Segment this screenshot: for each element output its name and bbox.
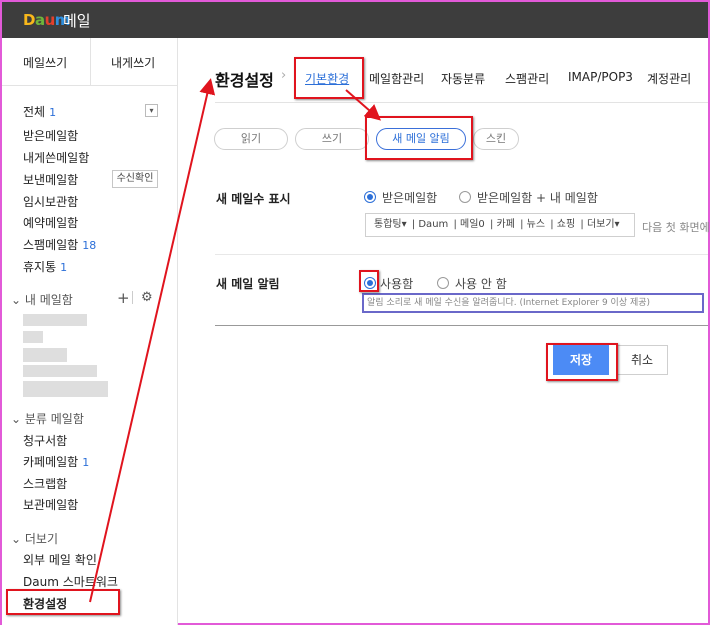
divider (90, 38, 91, 86)
chevron-down-icon[interactable]: ▾ (145, 104, 158, 117)
write-to-me-button[interactable]: 내게쓰기 (111, 54, 155, 71)
sidebar-item-trash[interactable]: 휴지통 1 (23, 258, 67, 275)
tab-spam[interactable]: 스팸관리 (505, 70, 549, 87)
new-mail-alert-label: 새 메일 알림 (216, 277, 280, 291)
radio-alert-off[interactable] (437, 277, 449, 289)
sidebar-item-outbox[interactable]: 보낸메일함 (23, 171, 78, 188)
page-title: 환경설정 (215, 71, 274, 90)
read-confirm-button[interactable]: 수신확인 (112, 170, 158, 188)
divider (215, 254, 708, 255)
my-mailbox-header[interactable]: ⌄ 내 메일함 (11, 291, 73, 308)
sidebar-item-all[interactable]: 전체 1 (23, 103, 56, 120)
subtab-read[interactable]: 읽기 (214, 128, 288, 150)
new-count-label: 새 메일수 표시 (216, 192, 291, 206)
sidebar-item-cafe[interactable]: 카페메일함 1 (23, 453, 89, 470)
sidebar-item-spam[interactable]: 스팸메일함 18 (23, 236, 96, 253)
divider (215, 102, 708, 103)
sidebar-item-sent-to-me[interactable]: 내게쓴메일함 (23, 149, 89, 166)
sidebar-item-scrap[interactable]: 스크랩함 (23, 475, 67, 492)
subtab-skin[interactable]: 스킨 (473, 128, 519, 150)
service-list[interactable]: 통합팅▾ | Daum | 메일0 | 카페 | 뉴스 | 쇼핑 | 더보기▾ (365, 213, 635, 237)
sidebar-item-inbox[interactable]: 받은메일함 (23, 127, 78, 144)
next-screen-text: 다음 첫 화면에 (642, 221, 710, 234)
app-title[interactable]: 메일 (63, 10, 91, 31)
more-header[interactable]: ⌄ 더보기 (11, 530, 58, 547)
highlight-settings-item (6, 589, 120, 615)
subtab-write[interactable]: 쓰기 (295, 128, 369, 150)
blurred-mailbox[interactable] (23, 331, 43, 343)
highlight-new-mail-alert-tab (365, 116, 473, 160)
tab-imap-pop3[interactable]: IMAP/POP3 (568, 70, 633, 84)
highlight-basic-tab (294, 57, 364, 99)
tab-auto-sort[interactable]: 자동분류 (441, 70, 485, 87)
blurred-mailbox[interactable] (23, 348, 67, 362)
tab-mailbox-manage[interactable]: 메일함관리 (369, 70, 424, 87)
compose-row: 메일쓰기 내게쓰기 (2, 38, 178, 86)
sidebar-item-drafts[interactable]: 임시보관함 (23, 193, 78, 210)
alert-hint-text: 알림 소리로 새 메일 수신을 알려줍니다. (Internet Explore… (362, 293, 704, 313)
highlight-save-button (546, 343, 618, 381)
sidebar-item-bills[interactable]: 청구서함 (23, 432, 67, 449)
top-bar: Daum 메일 (2, 2, 708, 38)
highlight-alert-radio (359, 270, 379, 292)
gear-icon[interactable]: ⚙ (141, 290, 153, 305)
divider (215, 325, 708, 326)
sidebar: 메일쓰기 내게쓰기 전체 1 ▾ 받은메일함 내게쓴메일함 보낸메일함 수신확인 … (2, 38, 178, 625)
blurred-mailbox[interactable] (23, 381, 108, 397)
sidebar-item-smartwork[interactable]: Daum 스마트워크 (23, 573, 118, 590)
divider (132, 291, 133, 304)
sidebar-item-reserved[interactable]: 예약메일함 (23, 214, 78, 231)
chevron-right-icon: › (281, 68, 287, 83)
blurred-mailbox[interactable] (23, 314, 87, 326)
blurred-mailbox[interactable] (23, 365, 97, 377)
tab-account[interactable]: 계정관리 (647, 70, 691, 87)
category-header[interactable]: ⌄ 분류 메일함 (11, 410, 84, 427)
radio-inbox-plus-mine-label: 받은메일함 + 내 메일함 (477, 191, 598, 205)
radio-alert-off-label: 사용 안 함 (455, 277, 507, 291)
compose-button[interactable]: 메일쓰기 (23, 54, 67, 71)
cancel-button[interactable]: 취소 (616, 345, 668, 375)
sidebar-item-external[interactable]: 외부 메일 확인 (23, 551, 97, 568)
add-icon[interactable]: + (117, 289, 130, 307)
radio-inbox[interactable] (364, 191, 376, 203)
sidebar-item-archive[interactable]: 보관메일함 (23, 496, 78, 513)
radio-inbox-plus-mine[interactable] (459, 191, 471, 203)
radio-alert-on-label: 사용함 (380, 277, 414, 291)
radio-inbox-label: 받은메일함 (382, 191, 438, 205)
